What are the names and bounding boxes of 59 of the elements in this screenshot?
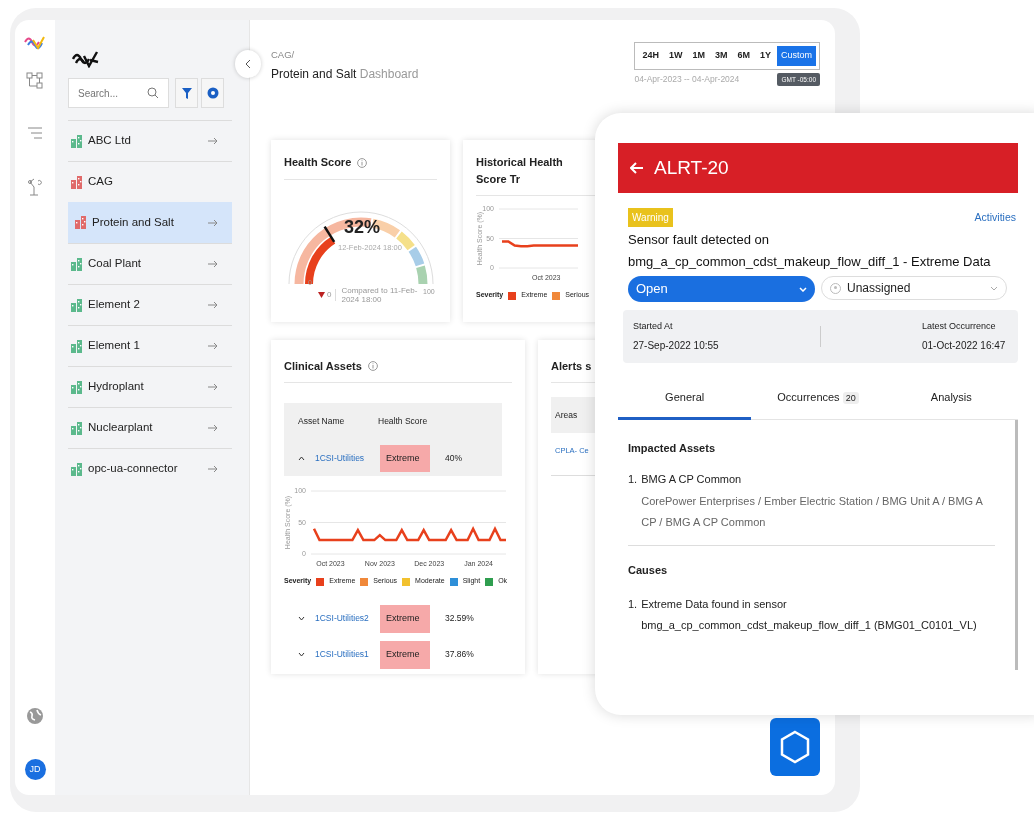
range-tab[interactable]: 6M <box>733 46 754 66</box>
activities-link[interactable]: Activities <box>974 209 1016 226</box>
status-select[interactable]: Open <box>628 276 815 302</box>
asset-link[interactable]: 1CSI-Utilities1 <box>315 648 380 662</box>
field-value: 27-Sep-2022 10:55 <box>633 338 719 353</box>
search-field[interactable]: Search... <box>68 78 169 108</box>
page-subtitle: Dashboard <box>359 67 419 82</box>
range-tab[interactable]: 1W <box>664 46 687 66</box>
tree-item[interactable]: ABC Ltd <box>68 120 232 161</box>
tree-item[interactable]: Protein and Salt <box>68 202 232 243</box>
alert-id: ALRT-20 <box>654 155 729 180</box>
section-title: Impacted Assets <box>628 441 717 456</box>
change-value: 0 <box>327 288 337 301</box>
panel-tab[interactable]: Analysis <box>884 378 1018 420</box>
card-title: Health Score <box>284 155 352 171</box>
range-tab[interactable]: 3M <box>710 46 732 66</box>
section-title: Causes <box>628 562 669 578</box>
range-tab[interactable]: Custom <box>777 46 816 66</box>
card-title: Alerts s <box>551 358 592 374</box>
score-text: 37.86% <box>445 648 474 662</box>
severity-badge: Extreme <box>380 605 430 633</box>
panel-tab[interactable]: General <box>618 378 752 420</box>
tree-item[interactable]: Element 2 <box>68 284 232 325</box>
warning-badge: Warning <box>628 208 673 227</box>
range-tab[interactable]: 1Y <box>755 46 775 66</box>
list-number: 1. <box>628 471 638 487</box>
breadcrumb-text: CAG/ <box>271 48 296 62</box>
date-range-text: 04-Apr-2023 -- 04-Apr-2024 <box>634 73 740 86</box>
card-title: Clinical Assets <box>284 358 362 374</box>
severity-badge: Extreme <box>380 641 430 669</box>
list-number: 1. <box>628 597 638 612</box>
tree-item[interactable]: Element 1 <box>68 325 232 366</box>
alert-title: Sensor fault detected on bmg_a_cp_common_cdst_makeup_flow_diff_1 - Extreme Data <box>628 231 992 271</box>
cause-text: Extreme Data found in sensor bmg_a_cp_common_cdst_makeup_flow_diff_1 (BMG01_C0101_VL) <box>641 597 978 633</box>
asset-path: CorePower Enterprises / Ember Electric Station / BMG Unit A / BMG A CP / BMG A CP Common <box>641 493 984 530</box>
gauge-value: 32% <box>344 215 381 239</box>
tree-item[interactable]: Hydroplant <box>68 366 232 407</box>
asset-name: BMG A CP Common <box>641 471 743 487</box>
tree-item[interactable]: Coal Plant <box>68 243 232 284</box>
field-label: Latest Occurrence <box>922 320 997 333</box>
tree-item[interactable]: opc-ua-connector <box>68 448 232 489</box>
range-tab[interactable]: 1M <box>688 46 709 66</box>
field-value: 01-Oct-2022 16:47 <box>922 338 1007 353</box>
score-text: 40% <box>445 451 462 465</box>
page-title: Protein and Salt <box>271 67 357 82</box>
avatar[interactable]: JD <box>24 759 46 780</box>
score-text: 32.59% <box>445 612 474 626</box>
card-title: Historical Health Score Tr <box>476 155 564 187</box>
severity-badge: Extreme <box>380 444 430 472</box>
asset-link[interactable]: 1CSI-Utilities <box>315 451 380 465</box>
column-header: Areas <box>555 408 578 422</box>
column-header: Health Score <box>378 415 428 429</box>
asset-link[interactable]: 1CSI-Utilities2 <box>315 612 380 626</box>
panel-tab[interactable]: Occurrences 20 <box>751 378 885 420</box>
tree-item[interactable]: Nuclearplant <box>68 407 232 448</box>
column-header: Asset Name <box>298 415 346 429</box>
range-tab[interactable]: 24H <box>638 46 663 66</box>
compared-text: Compared to 11-Feb-2024 18:00 <box>340 285 419 305</box>
field-label: Started At <box>633 320 674 333</box>
